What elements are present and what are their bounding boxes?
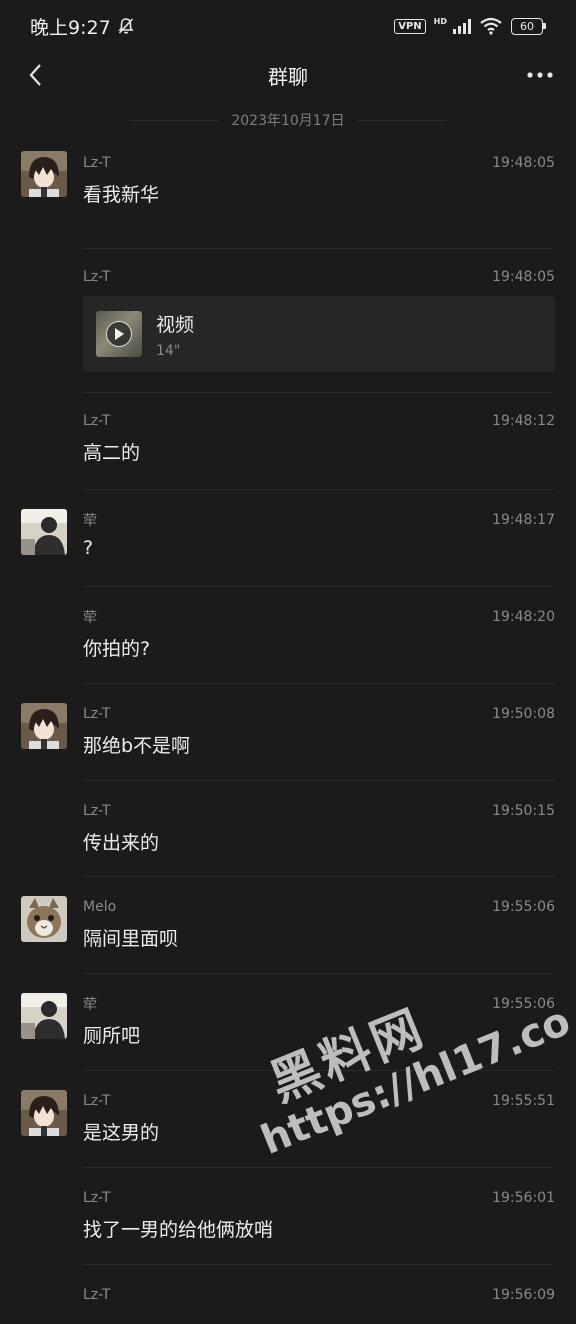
video-duration: 14" (156, 342, 181, 359)
back-button[interactable] (18, 57, 54, 93)
mute-bell-icon (118, 18, 134, 34)
sender-name: Lz-T (83, 1287, 111, 1303)
message-item[interactable]: Lz-T 19:48:05 视频 14" (0, 248, 576, 393)
clock: 晚上9:27 (30, 16, 111, 39)
message-time: 19:48:05 (492, 269, 555, 285)
nav-bar: 群聊 (0, 52, 576, 98)
message-text[interactable]: 你拍的? (83, 628, 555, 680)
message-text[interactable]: ? (83, 531, 555, 583)
message-time: 19:56:01 (492, 1190, 555, 1206)
play-icon (106, 321, 132, 347)
avatar-lz-t[interactable] (21, 703, 67, 749)
hd-badge: HD (433, 17, 447, 26)
message-time: 19:48:20 (492, 609, 555, 625)
battery-icon: 60 (511, 17, 546, 35)
sender-name: Lz-T (83, 706, 111, 722)
avatar-lz-t[interactable] (21, 151, 67, 197)
message-text[interactable]: 是这男的 (83, 1112, 555, 1164)
signal-icon (453, 18, 471, 34)
message-text[interactable]: 隔间里面呗 (83, 918, 555, 970)
message-item[interactable]: Lz-T 19:56:01 找了一男的给他俩放哨 (0, 1167, 576, 1265)
message-text[interactable]: 那绝b不是啊 (83, 725, 555, 777)
message-text[interactable]: 厕所吧 (83, 1015, 555, 1067)
sender-name: Lz-T (83, 269, 111, 285)
avatar-melo[interactable] (21, 896, 67, 942)
message-text[interactable]: 找了一男的给他俩放哨 (83, 1209, 555, 1261)
chevron-left-icon (29, 64, 41, 86)
wifi-icon (480, 17, 502, 35)
message-item[interactable]: 荦 19:48:20 你拍的? (0, 586, 576, 684)
message-item[interactable]: Lz-T 19:50:15 传出来的 (0, 780, 576, 877)
message-text[interactable]: 传出来的 (83, 822, 555, 874)
status-bar: 晚上9:27 VPN HD 60 (0, 0, 576, 52)
more-dots-icon (527, 72, 553, 78)
message-time: 19:56:09 (492, 1287, 555, 1303)
message-item[interactable]: Lz-T 19:48:05 看我新华 (0, 142, 576, 249)
more-button[interactable] (522, 57, 558, 93)
date-label: 2023年10月17日 (231, 113, 345, 129)
sender-name: 荦 (83, 997, 97, 1013)
date-separator: 2023年10月17日 (0, 98, 576, 142)
battery-level: 60 (511, 17, 543, 35)
message-item[interactable]: Melo 19:55:06 隔间里面呗 (0, 876, 576, 974)
sender-name: 荦 (83, 513, 97, 529)
sender-name: Lz-T (83, 1093, 111, 1109)
sender-name: Melo (83, 899, 117, 915)
message-time: 19:48:05 (492, 155, 555, 171)
sender-name: Lz-T (83, 803, 111, 819)
message-item[interactable]: Lz-T 19:48:12 高二的 (0, 392, 576, 490)
message-time: 19:55:06 (492, 899, 555, 915)
sender-name: 荦 (83, 610, 97, 626)
message-item[interactable]: Lz-T 19:56:09 (0, 1264, 576, 1324)
avatar-person[interactable] (21, 993, 67, 1039)
message-item[interactable]: 荦 19:55:06 厕所吧 (0, 973, 576, 1071)
message-text[interactable]: 高二的 (83, 432, 555, 484)
message-list[interactable]: Lz-T 19:48:05 看我新华 Lz-T 19:48:05 视频 14" (0, 142, 576, 1324)
sender-name: Lz-T (83, 1190, 111, 1206)
message-time: 19:48:12 (492, 413, 555, 429)
message-time: 19:50:08 (492, 706, 555, 722)
video-title: 视频 (156, 313, 195, 336)
sender-name: Lz-T (83, 155, 111, 171)
message-time: 19:48:17 (492, 512, 555, 528)
avatar-lz-t[interactable] (21, 1090, 67, 1136)
page-title: 群聊 (268, 64, 308, 89)
message-time: 19:55:51 (492, 1093, 555, 1109)
message-text[interactable]: 看我新华 (83, 174, 555, 226)
message-item[interactable]: 荦 19:48:17 ? (0, 489, 576, 587)
message-time: 19:50:15 (492, 803, 555, 819)
message-time: 19:55:06 (492, 996, 555, 1012)
video-message[interactable]: 视频 14" (83, 296, 555, 372)
vpn-badge: VPN (394, 18, 426, 34)
video-thumbnail[interactable] (96, 311, 142, 357)
avatar-person[interactable] (21, 509, 67, 555)
message-item[interactable]: Lz-T 19:50:08 那绝b不是啊 (0, 683, 576, 781)
sender-name: Lz-T (83, 413, 111, 429)
message-item[interactable]: Lz-T 19:55:51 是这男的 (0, 1070, 576, 1168)
